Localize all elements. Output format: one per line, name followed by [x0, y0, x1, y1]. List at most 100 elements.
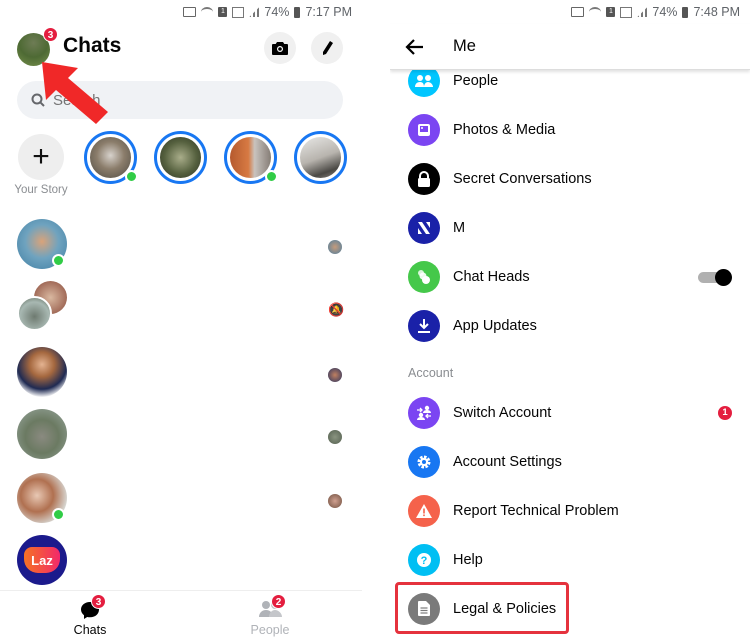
chat-row[interactable]: [0, 340, 362, 402]
menu-item-app-updates[interactable]: App Updates: [390, 301, 750, 350]
tab-people[interactable]: 2 People: [210, 591, 330, 640]
story-item[interactable]: [294, 131, 347, 184]
online-indicator: [125, 170, 138, 183]
signal-icon: [620, 6, 633, 18]
group-avatar-front: [17, 296, 52, 331]
section-label-account: Account: [408, 366, 454, 380]
battery-percent: 74%: [652, 5, 678, 19]
sim-icon: 1: [606, 7, 616, 17]
lazada-logo: Laz: [24, 547, 60, 573]
switch-account-icon: [408, 396, 440, 429]
toggle-knob: [715, 269, 732, 286]
story-item[interactable]: [224, 131, 278, 184]
wifi-icon: [201, 7, 214, 17]
status-bar: 1 74% 7:17 PM: [183, 0, 352, 24]
online-indicator: [265, 170, 278, 183]
battery-percent: 74%: [264, 5, 290, 19]
tab-chats[interactable]: 3 Chats: [30, 591, 150, 640]
story-thumbnail: [230, 137, 271, 178]
menu-item-account-settings[interactable]: Account Settings: [390, 437, 750, 486]
menu-item-label: Switch Account: [453, 404, 552, 421]
story-item[interactable]: [154, 131, 207, 184]
menu-item-label: Help: [453, 551, 483, 568]
menu-item-label: M: [453, 219, 466, 236]
page-title: Chats: [63, 34, 122, 57]
bottom-nav: 3 Chats 2 People: [0, 590, 362, 640]
menu-item-label: Account Settings: [453, 453, 562, 470]
cast-icon: [571, 7, 585, 17]
app-bar: Me: [390, 24, 750, 70]
muted-bell-icon: 🔕: [328, 302, 345, 317]
story-thumbnail: [160, 137, 201, 178]
battery-charging-icon: [682, 6, 689, 18]
me-screen: 1 74% 7:48 PM Me People Photos & Media S…: [390, 0, 750, 640]
back-arrow-icon[interactable]: [402, 34, 428, 60]
menu-item-chat-heads[interactable]: Chat Heads: [390, 252, 750, 301]
online-indicator: [52, 254, 65, 267]
menu-item-label: Chat Heads: [453, 268, 530, 285]
menu-item-label: People: [453, 72, 499, 89]
chat-row[interactable]: 🔕: [0, 276, 362, 338]
menu-item-photos-media[interactable]: Photos & Media: [390, 105, 750, 154]
story-item[interactable]: [84, 131, 138, 184]
chat-row[interactable]: [0, 402, 362, 464]
chat-row[interactable]: Laz: [0, 528, 362, 590]
page-title: Me: [453, 37, 476, 55]
tab-chats-label: Chats: [73, 623, 107, 637]
document-icon: [408, 592, 440, 625]
menu-item-report-problem[interactable]: Report Technical Problem: [390, 486, 750, 535]
status-bar: 1 74% 7:48 PM: [571, 0, 740, 24]
notification-badge: 1: [718, 405, 732, 420]
camera-button[interactable]: [264, 32, 296, 64]
lock-icon: [408, 162, 440, 195]
photo-icon: [408, 113, 440, 146]
stories-row: + Your Story: [0, 131, 362, 201]
clock: 7:17 PM: [305, 5, 352, 19]
camera-icon: [272, 42, 288, 55]
download-icon: [408, 309, 440, 342]
menu-item-label: Secret Conversations: [453, 170, 592, 187]
red-arrow-annotation: [42, 62, 108, 124]
chat-heads-icon: [408, 260, 440, 293]
compose-button[interactable]: [311, 32, 343, 64]
m-assistant-icon: [408, 211, 440, 244]
tab-people-label: People: [250, 623, 290, 637]
svg-text:?: ?: [421, 555, 428, 567]
sim-icon: 1: [218, 7, 228, 17]
chats-badge: 3: [91, 594, 106, 609]
story-thumbnail: [90, 137, 131, 178]
menu-item-help[interactable]: ? Help: [390, 535, 750, 584]
chat-avatar: Laz: [17, 535, 67, 585]
menu-item-label: App Updates: [453, 317, 537, 334]
add-story-button[interactable]: +: [18, 134, 64, 180]
chat-row[interactable]: [0, 466, 362, 528]
chats-screen: 1 74% 7:17 PM 3 Chats + Your Story: [0, 0, 362, 640]
signal-bars-icon: [637, 7, 648, 17]
chat-row[interactable]: [0, 212, 362, 274]
plus-icon: +: [32, 140, 50, 173]
profile-badge: 3: [43, 27, 58, 42]
warning-icon: [408, 494, 440, 527]
seen-avatar: [328, 240, 342, 254]
menu-item-secret-conversations[interactable]: Secret Conversations: [390, 154, 750, 203]
chat-heads-toggle[interactable]: [698, 269, 732, 286]
seen-avatar: [328, 430, 342, 444]
wifi-icon: [589, 7, 602, 17]
online-indicator: [52, 508, 65, 521]
battery-icon: [294, 6, 301, 18]
people-badge: 2: [271, 594, 286, 609]
menu-item-label: Legal & Policies: [453, 600, 557, 617]
story-thumbnail: [300, 137, 341, 178]
seen-avatar: [328, 494, 342, 508]
menu-item-label: Report Technical Problem: [453, 502, 619, 519]
add-story-label: Your Story: [14, 184, 68, 196]
chat-avatar: [17, 347, 67, 397]
signal-bars-icon: [249, 7, 260, 17]
gear-icon: [408, 445, 440, 478]
clock: 7:48 PM: [693, 5, 740, 19]
menu-item-switch-account[interactable]: Switch Account 1: [390, 388, 750, 437]
menu-item-legal-policies[interactable]: Legal & Policies: [390, 584, 750, 633]
chat-avatar: [17, 409, 67, 459]
cast-icon: [183, 7, 197, 17]
menu-item-m[interactable]: M: [390, 203, 750, 252]
